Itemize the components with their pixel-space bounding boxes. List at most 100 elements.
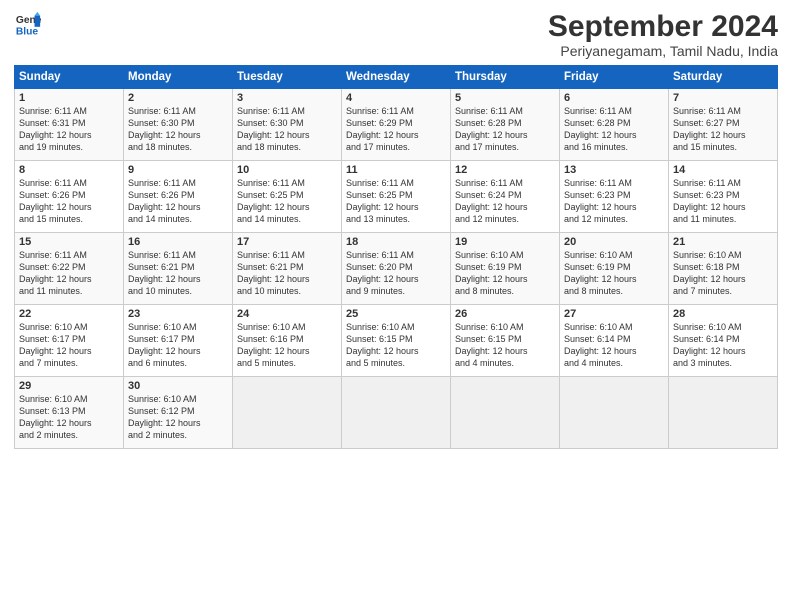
day-cell: 15Sunrise: 6:11 AMSunset: 6:22 PMDayligh… [15, 233, 124, 305]
header-cell-thursday: Thursday [451, 66, 560, 89]
calendar-body: 1Sunrise: 6:11 AMSunset: 6:31 PMDaylight… [15, 89, 778, 449]
day-cell: 30Sunrise: 6:10 AMSunset: 6:12 PMDayligh… [124, 377, 233, 449]
calendar-header: SundayMondayTuesdayWednesdayThursdayFrid… [15, 66, 778, 89]
day-cell: 13Sunrise: 6:11 AMSunset: 6:23 PMDayligh… [560, 161, 669, 233]
week-row-4: 22Sunrise: 6:10 AMSunset: 6:17 PMDayligh… [15, 305, 778, 377]
day-number: 15 [19, 236, 119, 248]
day-cell: 17Sunrise: 6:11 AMSunset: 6:21 PMDayligh… [233, 233, 342, 305]
day-cell [342, 377, 451, 449]
day-info: Sunrise: 6:10 AMSunset: 6:13 PMDaylight:… [19, 393, 119, 442]
day-cell [560, 377, 669, 449]
day-info: Sunrise: 6:11 AMSunset: 6:22 PMDaylight:… [19, 249, 119, 298]
header-cell-saturday: Saturday [669, 66, 778, 89]
day-number: 29 [19, 380, 119, 392]
week-row-3: 15Sunrise: 6:11 AMSunset: 6:22 PMDayligh… [15, 233, 778, 305]
day-info: Sunrise: 6:11 AMSunset: 6:21 PMDaylight:… [237, 249, 337, 298]
day-number: 7 [673, 92, 773, 104]
day-number: 12 [455, 164, 555, 176]
day-info: Sunrise: 6:11 AMSunset: 6:26 PMDaylight:… [19, 177, 119, 226]
day-cell: 20Sunrise: 6:10 AMSunset: 6:19 PMDayligh… [560, 233, 669, 305]
day-number: 25 [346, 308, 446, 320]
day-cell: 18Sunrise: 6:11 AMSunset: 6:20 PMDayligh… [342, 233, 451, 305]
week-row-5: 29Sunrise: 6:10 AMSunset: 6:13 PMDayligh… [15, 377, 778, 449]
header-row: SundayMondayTuesdayWednesdayThursdayFrid… [15, 66, 778, 89]
day-number: 13 [564, 164, 664, 176]
day-info: Sunrise: 6:11 AMSunset: 6:28 PMDaylight:… [564, 105, 664, 154]
day-number: 23 [128, 308, 228, 320]
day-info: Sunrise: 6:10 AMSunset: 6:18 PMDaylight:… [673, 249, 773, 298]
day-number: 24 [237, 308, 337, 320]
day-info: Sunrise: 6:11 AMSunset: 6:28 PMDaylight:… [455, 105, 555, 154]
day-cell: 29Sunrise: 6:10 AMSunset: 6:13 PMDayligh… [15, 377, 124, 449]
day-number: 5 [455, 92, 555, 104]
day-info: Sunrise: 6:10 AMSunset: 6:17 PMDaylight:… [19, 321, 119, 370]
day-number: 17 [237, 236, 337, 248]
day-cell [451, 377, 560, 449]
day-info: Sunrise: 6:10 AMSunset: 6:17 PMDaylight:… [128, 321, 228, 370]
day-number: 3 [237, 92, 337, 104]
day-number: 8 [19, 164, 119, 176]
day-number: 1 [19, 92, 119, 104]
day-number: 21 [673, 236, 773, 248]
calendar-table: SundayMondayTuesdayWednesdayThursdayFrid… [14, 65, 778, 449]
day-info: Sunrise: 6:10 AMSunset: 6:19 PMDaylight:… [564, 249, 664, 298]
day-number: 11 [346, 164, 446, 176]
day-cell: 14Sunrise: 6:11 AMSunset: 6:23 PMDayligh… [669, 161, 778, 233]
day-info: Sunrise: 6:11 AMSunset: 6:20 PMDaylight:… [346, 249, 446, 298]
day-cell: 22Sunrise: 6:10 AMSunset: 6:17 PMDayligh… [15, 305, 124, 377]
day-number: 19 [455, 236, 555, 248]
day-number: 10 [237, 164, 337, 176]
day-cell: 25Sunrise: 6:10 AMSunset: 6:15 PMDayligh… [342, 305, 451, 377]
day-number: 14 [673, 164, 773, 176]
header-cell-sunday: Sunday [15, 66, 124, 89]
week-row-1: 1Sunrise: 6:11 AMSunset: 6:31 PMDaylight… [15, 89, 778, 161]
day-number: 9 [128, 164, 228, 176]
day-info: Sunrise: 6:11 AMSunset: 6:27 PMDaylight:… [673, 105, 773, 154]
day-info: Sunrise: 6:11 AMSunset: 6:24 PMDaylight:… [455, 177, 555, 226]
day-number: 16 [128, 236, 228, 248]
day-info: Sunrise: 6:11 AMSunset: 6:30 PMDaylight:… [128, 105, 228, 154]
day-cell: 11Sunrise: 6:11 AMSunset: 6:25 PMDayligh… [342, 161, 451, 233]
subtitle: Periyanegamam, Tamil Nadu, India [548, 43, 778, 59]
day-number: 4 [346, 92, 446, 104]
svg-text:Blue: Blue [16, 26, 39, 37]
day-cell: 12Sunrise: 6:11 AMSunset: 6:24 PMDayligh… [451, 161, 560, 233]
day-cell: 7Sunrise: 6:11 AMSunset: 6:27 PMDaylight… [669, 89, 778, 161]
logo: General Blue [14, 10, 42, 38]
day-cell: 5Sunrise: 6:11 AMSunset: 6:28 PMDaylight… [451, 89, 560, 161]
main-title: September 2024 [548, 10, 778, 43]
title-block: September 2024 Periyanegamam, Tamil Nadu… [548, 10, 778, 59]
day-info: Sunrise: 6:11 AMSunset: 6:21 PMDaylight:… [128, 249, 228, 298]
day-cell [233, 377, 342, 449]
header: General Blue September 2024 Periyanegama… [14, 10, 778, 59]
header-cell-wednesday: Wednesday [342, 66, 451, 89]
day-info: Sunrise: 6:11 AMSunset: 6:31 PMDaylight:… [19, 105, 119, 154]
day-info: Sunrise: 6:11 AMSunset: 6:25 PMDaylight:… [346, 177, 446, 226]
logo-icon: General Blue [14, 10, 42, 38]
week-row-2: 8Sunrise: 6:11 AMSunset: 6:26 PMDaylight… [15, 161, 778, 233]
day-cell: 2Sunrise: 6:11 AMSunset: 6:30 PMDaylight… [124, 89, 233, 161]
day-cell: 27Sunrise: 6:10 AMSunset: 6:14 PMDayligh… [560, 305, 669, 377]
page-container: General Blue September 2024 Periyanegama… [0, 0, 792, 459]
day-cell: 4Sunrise: 6:11 AMSunset: 6:29 PMDaylight… [342, 89, 451, 161]
day-number: 18 [346, 236, 446, 248]
day-info: Sunrise: 6:10 AMSunset: 6:16 PMDaylight:… [237, 321, 337, 370]
day-number: 26 [455, 308, 555, 320]
day-cell: 10Sunrise: 6:11 AMSunset: 6:25 PMDayligh… [233, 161, 342, 233]
day-info: Sunrise: 6:10 AMSunset: 6:15 PMDaylight:… [455, 321, 555, 370]
header-cell-monday: Monday [124, 66, 233, 89]
day-info: Sunrise: 6:11 AMSunset: 6:23 PMDaylight:… [673, 177, 773, 226]
day-info: Sunrise: 6:11 AMSunset: 6:30 PMDaylight:… [237, 105, 337, 154]
day-cell [669, 377, 778, 449]
day-number: 20 [564, 236, 664, 248]
day-cell: 26Sunrise: 6:10 AMSunset: 6:15 PMDayligh… [451, 305, 560, 377]
day-cell: 6Sunrise: 6:11 AMSunset: 6:28 PMDaylight… [560, 89, 669, 161]
day-cell: 3Sunrise: 6:11 AMSunset: 6:30 PMDaylight… [233, 89, 342, 161]
day-cell: 16Sunrise: 6:11 AMSunset: 6:21 PMDayligh… [124, 233, 233, 305]
day-info: Sunrise: 6:11 AMSunset: 6:23 PMDaylight:… [564, 177, 664, 226]
day-info: Sunrise: 6:10 AMSunset: 6:15 PMDaylight:… [346, 321, 446, 370]
day-cell: 19Sunrise: 6:10 AMSunset: 6:19 PMDayligh… [451, 233, 560, 305]
day-cell: 21Sunrise: 6:10 AMSunset: 6:18 PMDayligh… [669, 233, 778, 305]
day-cell: 23Sunrise: 6:10 AMSunset: 6:17 PMDayligh… [124, 305, 233, 377]
day-number: 22 [19, 308, 119, 320]
